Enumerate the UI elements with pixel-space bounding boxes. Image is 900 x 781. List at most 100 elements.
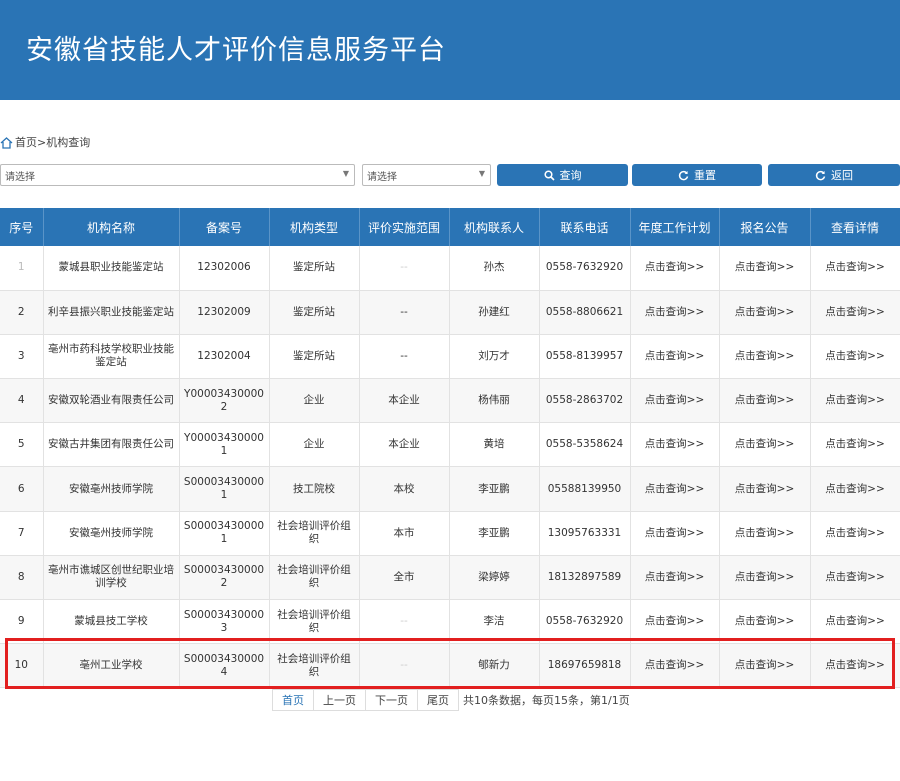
column-header: 机构联系人 bbox=[449, 208, 540, 246]
registration-notice-link[interactable]: 点击查询>> bbox=[719, 599, 811, 645]
annual-plan-link[interactable]: 点击查询>> bbox=[630, 511, 720, 556]
details-link[interactable]: 点击查询>> bbox=[810, 378, 900, 424]
cell-index: 8 bbox=[0, 555, 44, 601]
details-link[interactable]: 点击查询>> bbox=[810, 511, 900, 556]
registration-notice-link[interactable]: 点击查询>> bbox=[719, 643, 811, 689]
registration-notice-link[interactable]: 点击查询>> bbox=[719, 555, 811, 601]
cell-phone: 18132897589 bbox=[539, 555, 631, 601]
annual-plan-link[interactable]: 点击查询>> bbox=[630, 422, 720, 468]
cell-contact: 李亚鹏 bbox=[449, 466, 540, 512]
cell-contact: 孙杰 bbox=[449, 246, 540, 291]
cell-type: 鉴定所站 bbox=[269, 246, 360, 291]
cell-phone: 0558-7632920 bbox=[539, 599, 631, 645]
annual-plan-link[interactable]: 点击查询>> bbox=[630, 466, 720, 512]
annual-plan-link[interactable]: 点击查询>> bbox=[630, 599, 720, 645]
annual-plan-link[interactable]: 点击查询>> bbox=[630, 246, 720, 291]
cell-type: 企业 bbox=[269, 378, 360, 424]
table-row: 2 利辛县振兴职业技能鉴定站 12302009 鉴定所站 -- 孙建红 0558… bbox=[0, 290, 900, 335]
cell-record-no: 12302004 bbox=[179, 334, 270, 380]
column-header: 机构类型 bbox=[269, 208, 360, 246]
pagination: 首页 上一页 下一页 尾页 共10条数据，每页15条，第1/1页 bbox=[272, 689, 630, 711]
cell-name: 蒙城县技工学校 bbox=[43, 599, 180, 645]
registration-notice-link[interactable]: 点击查询>> bbox=[719, 466, 811, 512]
registration-notice-link[interactable]: 点击查询>> bbox=[719, 378, 811, 424]
column-header: 备案号 bbox=[179, 208, 270, 246]
site-title: 安徽省技能人才评价信息服务平台 bbox=[26, 35, 446, 66]
cell-index: 4 bbox=[0, 378, 44, 424]
type-select[interactable]: 请选择 ▼ bbox=[362, 164, 491, 186]
cell-contact: 李亚鹏 bbox=[449, 511, 540, 556]
cell-phone: 0558-8139957 bbox=[539, 334, 631, 380]
annual-plan-link[interactable]: 点击查询>> bbox=[630, 334, 720, 380]
cell-name: 安徽亳州技师学院 bbox=[43, 466, 180, 512]
cell-record-no: Y000034300002 bbox=[179, 378, 270, 424]
cell-name: 亳州市药科技学校职业技能鉴定站 bbox=[43, 334, 180, 380]
cell-record-no: S000034300003 bbox=[179, 599, 270, 645]
breadcrumb: 首页>机构查询 bbox=[0, 134, 90, 150]
next-page-button[interactable]: 下一页 bbox=[365, 689, 418, 711]
annual-plan-link[interactable]: 点击查询>> bbox=[630, 555, 720, 601]
cell-index: 9 bbox=[0, 599, 44, 645]
table-row: 9 蒙城县技工学校 S000034300003 社会培训评价组织 -- 李洁 0… bbox=[0, 599, 900, 645]
details-link[interactable]: 点击查询>> bbox=[810, 466, 900, 512]
table-row: 4 安徽双轮酒业有限责任公司 Y000034300002 企业 本企业 杨伟丽 … bbox=[0, 378, 900, 424]
cell-index: 2 bbox=[0, 290, 44, 335]
details-link[interactable]: 点击查询>> bbox=[810, 643, 900, 689]
refresh-icon bbox=[678, 170, 689, 180]
details-link[interactable]: 点击查询>> bbox=[810, 290, 900, 335]
home-icon[interactable] bbox=[0, 136, 13, 149]
details-link[interactable]: 点击查询>> bbox=[810, 334, 900, 380]
details-link[interactable]: 点击查询>> bbox=[810, 599, 900, 645]
registration-notice-link[interactable]: 点击查询>> bbox=[719, 334, 811, 380]
registration-notice-link[interactable]: 点击查询>> bbox=[719, 422, 811, 468]
registration-notice-link[interactable]: 点击查询>> bbox=[719, 246, 811, 291]
details-link[interactable]: 点击查询>> bbox=[810, 422, 900, 468]
breadcrumb-text[interactable]: 首页>机构查询 bbox=[15, 134, 90, 150]
annual-plan-link[interactable]: 点击查询>> bbox=[630, 378, 720, 424]
column-header: 评价实施范围 bbox=[359, 208, 450, 246]
cell-record-no: S000034300001 bbox=[179, 466, 270, 512]
back-button-label: 返回 bbox=[831, 169, 853, 182]
back-button[interactable]: 返回 bbox=[768, 164, 900, 186]
registration-notice-link[interactable]: 点击查询>> bbox=[719, 290, 811, 335]
cell-scope: 本校 bbox=[359, 466, 450, 512]
cell-type: 社会培训评价组织 bbox=[269, 511, 360, 556]
first-page-button[interactable]: 首页 bbox=[272, 689, 314, 711]
column-header: 年度工作计划 bbox=[630, 208, 720, 246]
site-header: 安徽省技能人才评价信息服务平台 bbox=[0, 0, 900, 100]
table-row: 10 亳州工业学校 S000034300004 社会培训评价组织 -- 郇新力 … bbox=[0, 643, 900, 689]
cell-contact: 孙建红 bbox=[449, 290, 540, 335]
cell-contact: 梁婷婷 bbox=[449, 555, 540, 601]
cell-type: 社会培训评价组织 bbox=[269, 599, 360, 645]
details-link[interactable]: 点击查询>> bbox=[810, 246, 900, 291]
prev-page-button[interactable]: 上一页 bbox=[313, 689, 366, 711]
refresh-icon bbox=[815, 170, 826, 180]
cell-index: 3 bbox=[0, 334, 44, 380]
query-button[interactable]: 查询 bbox=[497, 164, 628, 186]
cell-phone: 13095763331 bbox=[539, 511, 631, 556]
cell-contact: 黄培 bbox=[449, 422, 540, 468]
details-link[interactable]: 点击查询>> bbox=[810, 555, 900, 601]
cell-phone: 0558-5358624 bbox=[539, 422, 631, 468]
cell-phone: 05588139950 bbox=[539, 466, 631, 512]
cell-contact: 杨伟丽 bbox=[449, 378, 540, 424]
region-select-value: 请选择 bbox=[5, 172, 35, 183]
reset-button[interactable]: 重置 bbox=[632, 164, 762, 186]
cell-index: 1 bbox=[0, 246, 44, 291]
annual-plan-link[interactable]: 点击查询>> bbox=[630, 643, 720, 689]
cell-phone: 18697659818 bbox=[539, 643, 631, 689]
region-select[interactable]: 请选择 ▼ bbox=[0, 164, 355, 186]
registration-notice-link[interactable]: 点击查询>> bbox=[719, 511, 811, 556]
cell-name: 蒙城县职业技能鉴定站 bbox=[43, 246, 180, 291]
annual-plan-link[interactable]: 点击查询>> bbox=[630, 290, 720, 335]
column-header: 联系电话 bbox=[539, 208, 631, 246]
cell-scope: -- bbox=[359, 334, 450, 380]
cell-name: 亳州工业学校 bbox=[43, 643, 180, 689]
table-row: 7 安徽亳州技师学院 S000034300001 社会培训评价组织 本市 李亚鹏… bbox=[0, 511, 900, 556]
last-page-button[interactable]: 尾页 bbox=[417, 689, 459, 711]
table-row: 8 亳州市谯城区创世纪职业培训学校 S000034300002 社会培训评价组织… bbox=[0, 555, 900, 601]
cell-index: 6 bbox=[0, 466, 44, 512]
cell-scope: -- bbox=[359, 290, 450, 335]
reset-button-label: 重置 bbox=[694, 169, 716, 182]
cell-record-no: 12302009 bbox=[179, 290, 270, 335]
